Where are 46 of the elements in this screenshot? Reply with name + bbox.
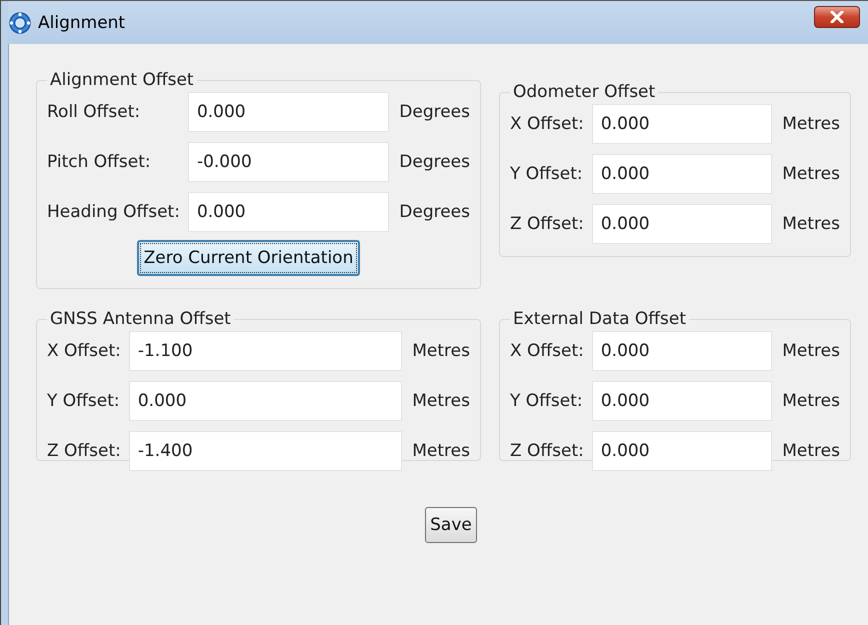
field-label: Y Offset: [510,164,584,184]
input-field[interactable]: 0.000 [128,381,402,421]
close-icon [830,10,844,22]
unit-label: Metres [781,114,840,134]
unit-label: Metres [781,341,840,361]
input-field[interactable]: 0.000 [592,154,772,194]
input-field[interactable]: 0.000 [592,431,772,471]
field-label: Z Offset: [47,441,121,461]
input-field[interactable]: -1.100 [128,331,402,371]
app-icon [8,10,32,34]
field-label: Pitch Offset: [47,152,152,172]
group-title: GNSS Antenna Offset [50,309,231,329]
field-label: Z Offset: [510,441,584,461]
field-label: Heading Offset: [47,202,180,222]
input-field[interactable]: 0.000 [592,104,772,144]
unit-label: Metres [411,441,470,461]
unit-label: Metres [781,391,840,411]
field-label: Y Offset: [47,391,121,411]
input-field[interactable]: 0.000 [592,331,772,371]
unit-label: Metres [781,214,840,234]
input-field[interactable]: 0.000 [188,192,390,232]
group-title: Odometer Offset [513,82,656,102]
input-field[interactable]: 0.000 [188,92,390,132]
unit-label: Degrees [398,202,470,222]
field-label: Roll Offset: [47,102,142,122]
save-button[interactable]: Save [425,507,477,543]
unit-label: Metres [411,391,470,411]
field-label: X Offset: [510,114,584,134]
group-title: Alignment Offset [50,70,194,90]
input-field[interactable]: -1.400 [128,431,402,471]
field-label: X Offset: [47,341,121,361]
field-label: X Offset: [510,341,584,361]
input-field[interactable]: -0.000 [188,142,390,182]
zero-orientation-button[interactable]: Zero Current Orientation [136,240,360,276]
input-field[interactable]: 0.000 [592,204,772,244]
unit-label: Degrees [398,102,470,122]
unit-label: Metres [781,441,840,461]
field-label: Z Offset: [510,214,584,234]
close-button[interactable] [814,6,860,28]
input-field[interactable]: 0.000 [592,381,772,421]
unit-label: Metres [781,164,840,184]
group-title: External Data Offset [513,309,686,329]
unit-label: Degrees [398,152,470,172]
window-title: Alignment [38,12,126,32]
field-label: Y Offset: [510,391,584,411]
unit-label: Metres [411,341,470,361]
